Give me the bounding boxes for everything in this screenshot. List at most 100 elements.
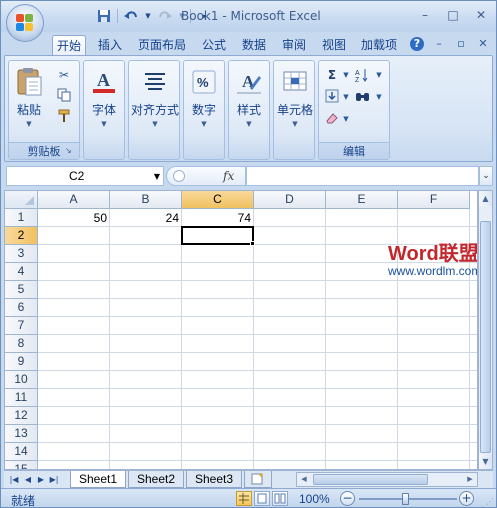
tab-data[interactable]: 数据 — [238, 35, 270, 56]
formula-expand-icon[interactable]: ⌄ — [479, 166, 493, 186]
cut-icon[interactable]: ✂ — [56, 67, 72, 83]
row-header-5[interactable]: 5 — [5, 281, 38, 299]
scroll-right-icon[interactable]: ▶ — [464, 474, 476, 485]
row-header-2[interactable]: 2 — [5, 227, 38, 245]
row-header-6[interactable]: 6 — [5, 299, 38, 317]
horizontal-scroll-thumb[interactable] — [313, 474, 428, 485]
normal-view-button[interactable] — [236, 491, 252, 506]
sort-dropdown-icon[interactable]: ▼ — [371, 67, 387, 83]
row-header-10[interactable]: 10 — [5, 371, 38, 389]
ribbon-restore-icon[interactable]: ▫ — [454, 37, 468, 51]
row-header-13[interactable]: 13 — [5, 425, 38, 443]
maximize-button[interactable]: □ — [442, 7, 464, 23]
office-button[interactable] — [6, 4, 44, 42]
tab-addins[interactable]: 加载项 — [357, 35, 401, 56]
row-header-7[interactable]: 7 — [5, 317, 38, 335]
name-box-dropdown-icon[interactable]: ▼ — [154, 172, 160, 181]
help-icon[interactable]: ? — [410, 37, 424, 51]
save-icon[interactable] — [95, 8, 113, 25]
next-sheet-icon[interactable]: ▶ — [35, 473, 47, 487]
column-header-b[interactable]: B — [110, 191, 182, 209]
row-header-8[interactable]: 8 — [5, 335, 38, 353]
styles-button[interactable]: A 样式 ▼ — [233, 66, 265, 128]
undo-dropdown-icon[interactable]: ▼ — [144, 8, 152, 25]
sort-filter-icon[interactable]: AZ — [355, 67, 371, 84]
gridline — [181, 209, 182, 469]
last-sheet-icon[interactable]: ▶| — [48, 473, 60, 487]
cell-c1[interactable]: 74 — [182, 209, 254, 227]
sheet-tab-sheet1[interactable]: Sheet1 — [70, 471, 126, 488]
cell-a1[interactable]: 50 — [38, 209, 110, 227]
column-header-e[interactable]: E — [326, 191, 398, 209]
zoom-level[interactable]: 100% — [299, 492, 330, 506]
formula-bar-grip-icon[interactable] — [173, 170, 185, 182]
sheet-tab-sheet3[interactable]: Sheet3 — [186, 471, 242, 488]
row-header-15[interactable]: 15 — [5, 461, 38, 469]
align-icon — [139, 66, 171, 98]
tab-review[interactable]: 审阅 — [278, 35, 310, 56]
number-button[interactable]: % 数字 ▼ — [188, 66, 220, 128]
cells-label: 单元格 — [276, 103, 313, 117]
format-painter-icon[interactable] — [56, 109, 72, 125]
paste-button[interactable]: 粘贴 ▼ — [13, 66, 45, 128]
column-header-a[interactable]: A — [38, 191, 110, 209]
column-header-d[interactable]: D — [254, 191, 326, 209]
tab-insert[interactable]: 插入 — [93, 35, 127, 56]
copy-icon[interactable] — [56, 88, 72, 104]
row-header-12[interactable]: 12 — [5, 407, 38, 425]
tab-page-layout[interactable]: 页面布局 — [134, 35, 190, 56]
close-button[interactable]: ✕ — [470, 7, 492, 23]
formula-input[interactable] — [246, 166, 479, 186]
tab-home[interactable]: 开始 — [52, 35, 86, 56]
ribbon-close-icon[interactable]: ✕ — [476, 37, 490, 51]
select-all-corner[interactable] — [5, 191, 38, 209]
worksheet-grid[interactable]: ABCDEF 1 2 3 4 5 6 7 8 9 10 11 12 13 14 15 50 24 74 Word… — [4, 190, 478, 470]
cells-button[interactable]: 单元格 ▼ — [274, 66, 316, 128]
sheet-tab-sheet2[interactable]: Sheet2 — [128, 471, 184, 488]
undo-icon[interactable] — [122, 8, 140, 25]
scroll-left-icon[interactable]: ◀ — [298, 474, 310, 485]
zoom-slider-thumb[interactable] — [402, 493, 409, 505]
name-box-value: C2 — [69, 169, 85, 183]
fill-dropdown-icon[interactable]: ▼ — [338, 89, 354, 105]
zoom-in-icon[interactable]: + — [459, 491, 474, 506]
fill-handle[interactable] — [250, 241, 255, 246]
row-header-3[interactable]: 3 — [5, 245, 38, 263]
redo-icon[interactable] — [156, 8, 174, 25]
prev-sheet-icon[interactable]: ◀ — [22, 473, 34, 487]
vertical-scrollbar[interactable]: ▲ ▼ — [478, 190, 493, 470]
page-layout-view-button[interactable] — [254, 491, 270, 506]
column-header-c[interactable]: C — [182, 191, 254, 209]
alignment-group: 对齐方式 ▼ — [128, 60, 180, 160]
insert-function-button[interactable]: fx — [223, 169, 234, 183]
row-header-9[interactable]: 9 — [5, 353, 38, 371]
name-box[interactable]: C2 ▼ — [6, 166, 164, 186]
insert-sheet-icon[interactable] — [244, 471, 272, 488]
horizontal-scrollbar[interactable]: ◀ ▶ — [296, 472, 478, 487]
clipboard-launcher-icon[interactable]: ↘ — [65, 146, 75, 156]
cell-b1[interactable]: 24 — [110, 209, 182, 227]
minimize-button[interactable]: – — [414, 7, 436, 23]
scroll-down-icon[interactable]: ▼ — [479, 454, 492, 469]
find-dropdown-icon[interactable]: ▼ — [371, 89, 387, 105]
row-header-14[interactable]: 14 — [5, 443, 38, 461]
page-break-view-button[interactable] — [272, 491, 288, 506]
font-button[interactable]: A 字体 ▼ — [88, 66, 120, 128]
row-header-11[interactable]: 11 — [5, 389, 38, 407]
tab-view[interactable]: 视图 — [318, 35, 350, 56]
tab-formulas[interactable]: 公式 — [198, 35, 230, 56]
ribbon-minimize-icon[interactable]: – — [432, 37, 446, 51]
first-sheet-icon[interactable]: |◀ — [8, 473, 20, 487]
row-header-1[interactable]: 1 — [5, 209, 38, 227]
row-header-4[interactable]: 4 — [5, 263, 38, 281]
resize-grip-icon[interactable]: ⋰ — [486, 497, 496, 507]
alignment-button[interactable]: 对齐方式 ▼ — [129, 66, 181, 128]
column-header-f[interactable]: F — [398, 191, 470, 209]
clear-dropdown-icon[interactable]: ▼ — [338, 111, 354, 127]
vertical-scroll-thumb[interactable] — [480, 221, 491, 453]
active-cell-border[interactable] — [181, 226, 254, 245]
find-select-icon[interactable] — [355, 89, 371, 105]
zoom-out-icon[interactable]: − — [340, 491, 355, 506]
autosum-dropdown-icon[interactable]: ▼ — [338, 67, 354, 83]
scroll-up-icon[interactable]: ▲ — [479, 191, 492, 206]
